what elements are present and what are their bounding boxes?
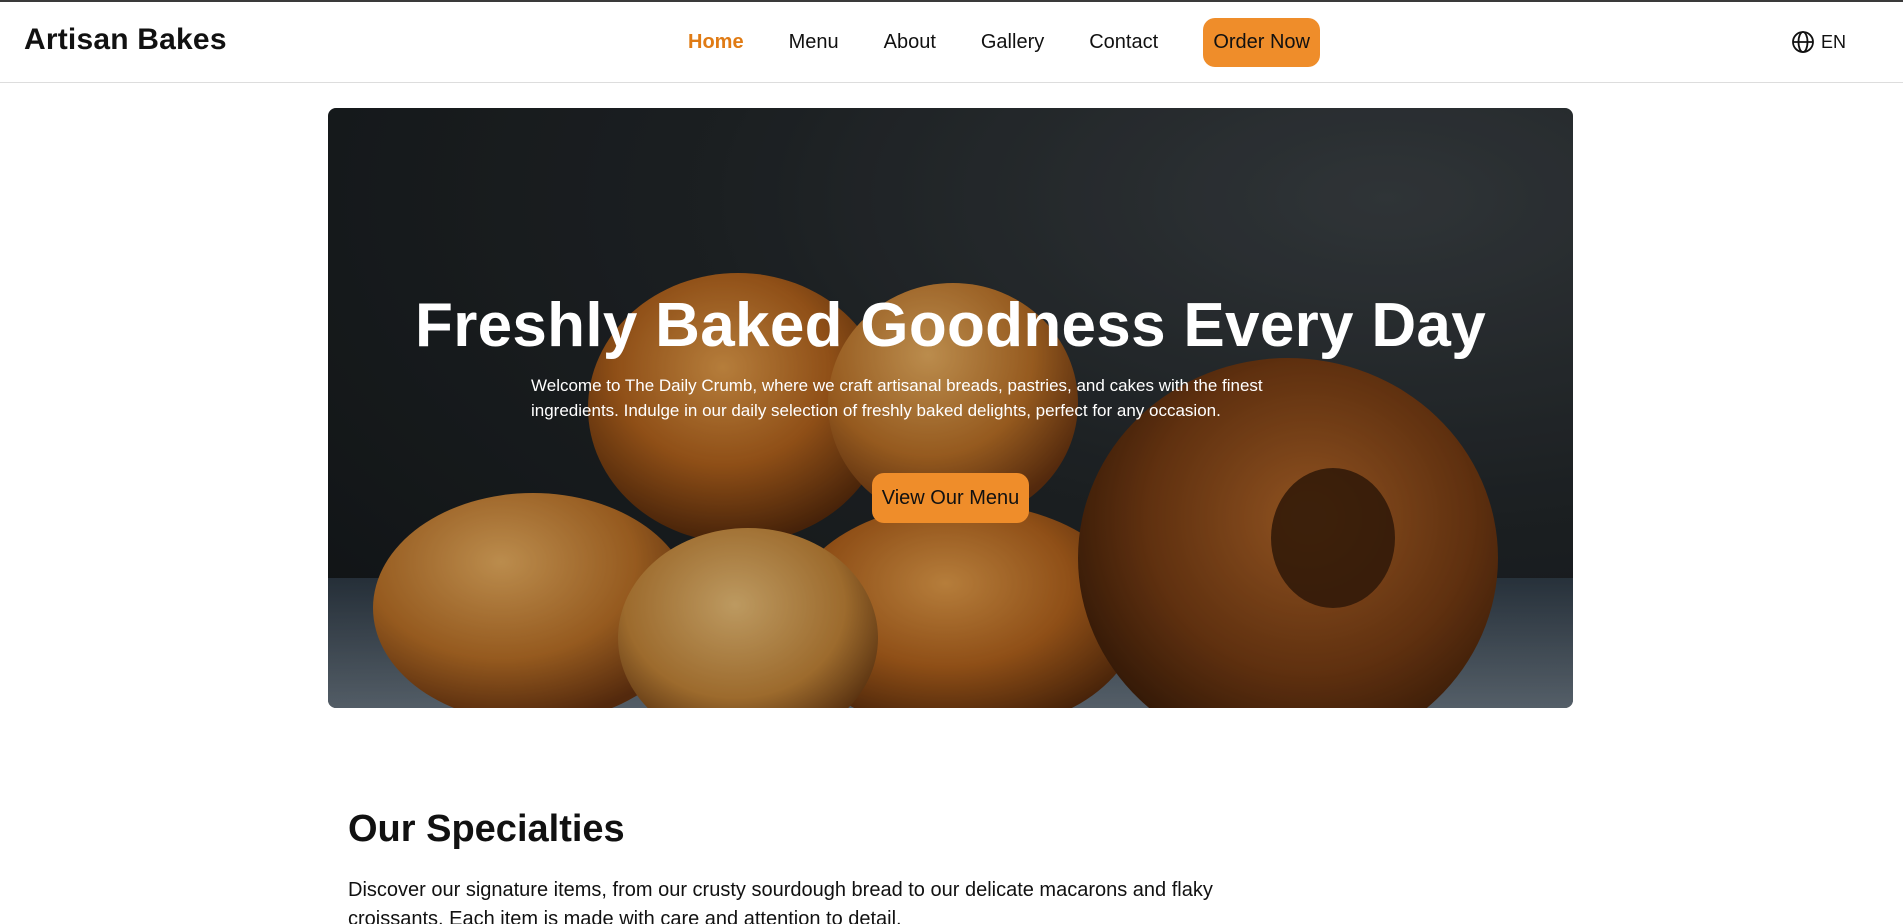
specialties-description: Discover our signature items, from our c… [348, 879, 1213, 924]
language-label: EN [1821, 31, 1847, 52]
globe-icon [1792, 31, 1814, 53]
order-now-button[interactable]: Order Now [1203, 18, 1321, 67]
main-nav: Home Menu About Gallery Contact Order No… [670, 18, 1321, 67]
nav-link-home[interactable]: Home [688, 31, 744, 54]
brand-logo[interactable]: Artisan Bakes [24, 23, 227, 57]
nav-link-menu[interactable]: Menu [789, 31, 839, 54]
nav-link-contact[interactable]: Contact [1089, 31, 1158, 54]
view-menu-button[interactable]: View Our Menu [872, 473, 1029, 523]
hero-description: Welcome to The Daily Crumb, where we cra… [531, 376, 1263, 420]
nav-link-gallery[interactable]: Gallery [981, 31, 1044, 54]
hero-banner: Freshly Baked Goodness Every Day Welcome… [328, 108, 1573, 708]
specialties-heading: Our Specialties [348, 808, 625, 850]
site-header: Artisan Bakes Home Menu About Gallery Co… [0, 2, 1903, 83]
language-selector[interactable]: EN [1791, 30, 1846, 54]
page: Artisan Bakes Home Menu About Gallery Co… [0, 0, 1903, 924]
hero-title: Freshly Baked Goodness Every Day [415, 291, 1486, 360]
nav-link-about[interactable]: About [884, 31, 936, 54]
